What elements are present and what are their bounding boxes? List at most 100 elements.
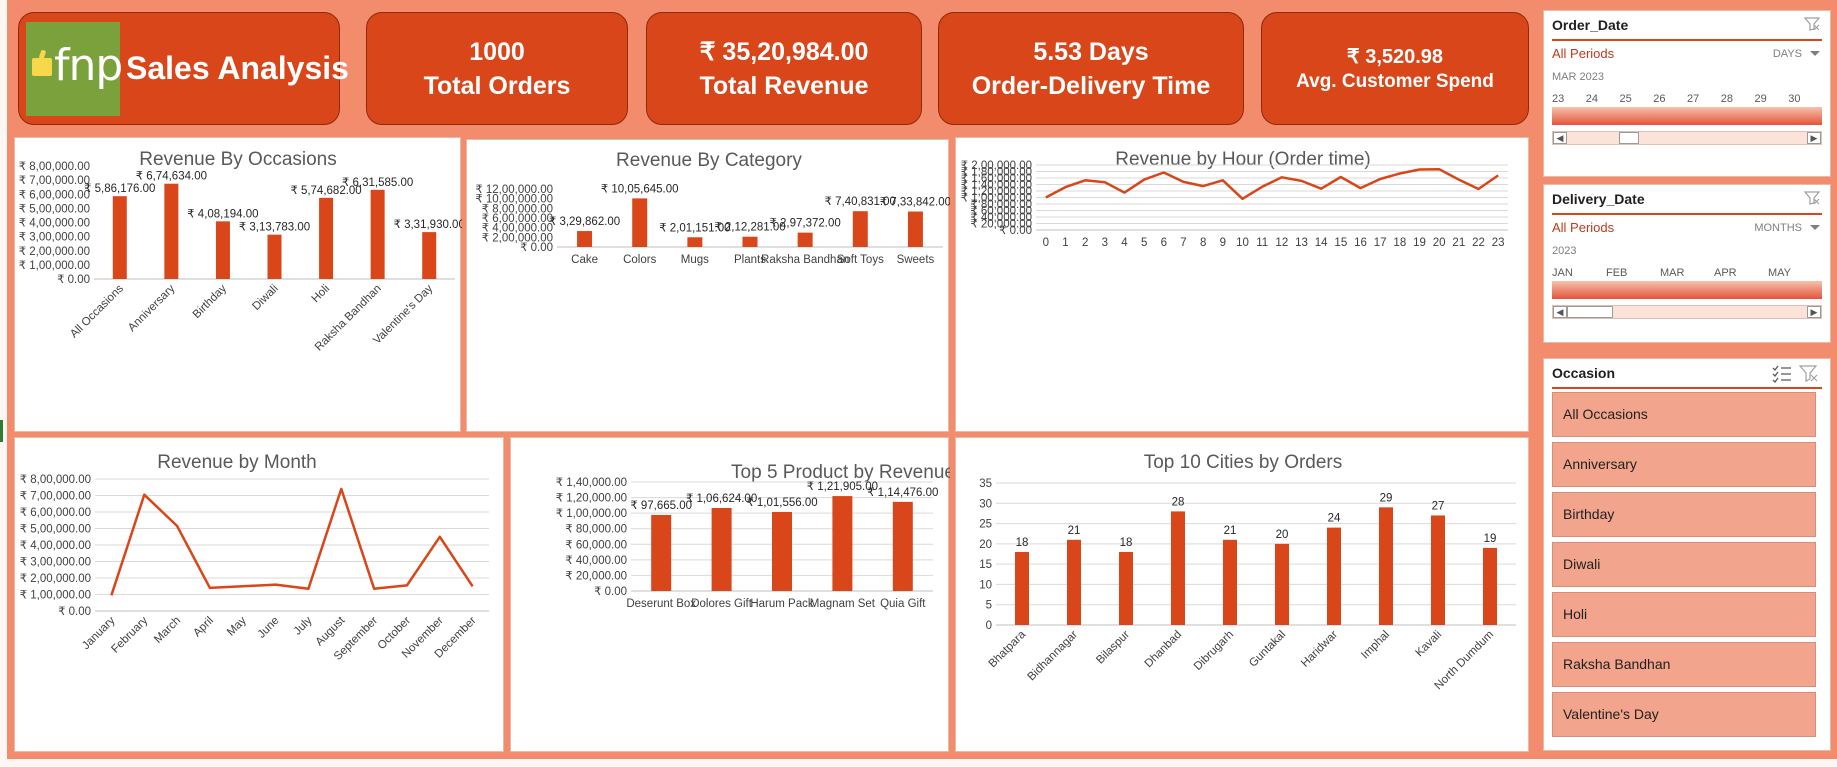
x-tick-label: Colors [623,254,656,266]
clear-filter-icon[interactable] [1804,191,1820,205]
chart-svg: Revenue by Month ₹ 0.00 ₹ 1,00,000.00 ₹ 2,0… [20,452,489,663]
occasion-item[interactable]: Holi [1552,592,1816,637]
x-tick-label: Kavali [1413,629,1444,660]
bar [742,236,758,247]
x-tick-label: 12 [1275,237,1288,249]
timeline-tick: 25 [1619,93,1632,105]
slicer-occasion[interactable]: Occasion All Occasions Anniversary Birth… [1543,358,1831,751]
slicer-divider [1552,387,1822,389]
data-label: ₹ 3,31,930.00 [394,219,462,231]
occasion-item[interactable]: Valentine's Day [1552,692,1816,737]
bar [892,501,913,591]
all-periods-label[interactable]: All Periods [1552,220,1614,235]
y-tick-label: ₹ 1,00,000.00 [19,260,90,272]
y-tick-label: 5 [986,600,992,612]
bar [112,196,127,279]
data-label: 18 [1120,537,1133,549]
x-tick-label: Cake [571,254,598,266]
x-tick-label: March [152,615,183,646]
scroll-thumb[interactable] [1567,306,1613,318]
slicer-divider [1552,39,1822,41]
y-tick-label: ₹ 80,000.00 [565,524,627,536]
kpi-value: 1000 [469,37,525,66]
slicer-title: Order_Date [1552,17,1629,33]
bar [711,507,732,591]
y-tick-label: ₹ 1,00,000.00 [20,590,91,602]
x-tick-label: April [191,615,216,640]
timeline-scrollbar[interactable]: ◀ ▶ [1552,305,1822,319]
y-tick-label: ₹ 0.00 [57,274,90,286]
timeline-tick: 24 [1585,93,1598,105]
x-tick-label: 23 [1492,237,1505,249]
x-tick-label: Holi [310,283,332,305]
fnp-logo: fnp [26,21,123,116]
x-tick-label: Guntakal [1247,629,1288,670]
occasion-item[interactable]: Diwali [1552,542,1816,587]
kpi-avg-spend: ₹ 3,520.98 Avg. Customer Spend [1261,12,1529,125]
x-tick-label: Mugs [681,254,709,266]
bar [164,183,179,279]
y-tick-label: ₹ 6,00,000.00 [20,507,91,519]
timeline-tick: 30 [1788,93,1801,105]
timeline-scrollbar[interactable]: ◀ ▶ [1552,131,1822,145]
scroll-thumb[interactable] [1619,132,1639,144]
y-tick-label: ₹ 1,40,000.00 [556,477,627,489]
bar [1119,551,1133,625]
time-level-select[interactable]: MONTHS [1754,222,1802,234]
x-tick-label: 9 [1220,237,1226,249]
chart-top-cities: Top 10 Cities by Orders 0 5 10 15 20 25 30 35 18 2… [955,437,1529,752]
chart-title: Top 5 Product by Revenue [731,462,950,483]
chart-title: Revenue By Occasions [139,149,337,170]
x-tick-label: Soft Toys [837,254,884,266]
slicer-delivery-date[interactable]: Delivery_Date All Periods MONTHS 2023 JA… [1543,184,1831,343]
timeline-scale: JAN FEB MAR APR MAY [1552,267,1822,279]
data-label: 28 [1172,496,1185,508]
y-tick-label: ₹ 2,00,000.00 [20,573,91,585]
bar [370,189,385,279]
scroll-right-icon[interactable]: ▶ [1807,306,1821,318]
data-label: 27 [1432,500,1445,512]
data-label: 18 [1016,537,1029,549]
x-tick-label: 18 [1393,237,1406,249]
scroll-left-icon[interactable]: ◀ [1553,132,1567,144]
kpi-label: Total Orders [423,71,571,100]
x-tick-label: June [256,615,282,641]
all-periods-label[interactable]: All Periods [1552,46,1614,61]
x-tick-label: 0 [1043,237,1049,249]
bar [577,231,593,247]
period-label: 2023 [1552,245,1577,257]
scroll-left-icon[interactable]: ◀ [1553,306,1567,318]
y-tick-label: 15 [979,559,992,571]
x-tick-label: All Occasions [68,282,126,340]
occasion-item[interactable]: Birthday [1552,492,1816,537]
bar [1171,511,1185,625]
chevron-down-icon[interactable] [1810,51,1820,56]
x-tick-label: 5 [1141,237,1147,249]
clear-filter-icon[interactable] [1804,17,1820,31]
occasion-item[interactable]: Raksha Bandhan [1552,642,1816,687]
y-tick-label: ₹ 1,00,000.00 [556,508,627,520]
y-tick-label: ₹ 5,00,000.00 [20,524,91,536]
chart-title: Revenue by Month [157,452,317,473]
chart-revenue-by-hour: Revenue by Hour (Order time) ₹ 0.00 ₹ 20,0… [955,137,1529,432]
timeline-bar[interactable] [1552,107,1822,125]
x-tick-label: 6 [1161,237,1167,249]
x-tick-label: 3 [1102,237,1108,249]
bar [632,198,648,247]
x-tick-label: 16 [1354,237,1367,249]
occasion-item[interactable]: Anniversary [1552,442,1816,487]
chevron-down-icon[interactable] [1810,225,1820,230]
y-tick-label: ₹ 4,00,000.00 [19,218,90,230]
multi-select-icon[interactable] [1770,363,1820,383]
timeline-bar[interactable] [1552,281,1822,299]
data-label: ₹ 5,86,176.00 [84,183,155,195]
x-tick-label: 4 [1121,237,1128,249]
slicer-order-date[interactable]: Order_Date All Periods DAYS MAR 2023 23 2… [1543,10,1831,177]
bar [772,511,792,591]
y-tick-label: ₹ 12,00,000.00 [475,184,553,196]
title-card: fnp Sales Analysis [18,12,349,125]
time-level-select[interactable]: DAYS [1773,48,1802,60]
scroll-right-icon[interactable]: ▶ [1807,132,1821,144]
occasion-item[interactable]: All Occasions [1552,392,1816,437]
logo-text: fnp [54,39,123,91]
